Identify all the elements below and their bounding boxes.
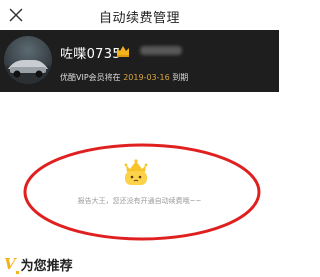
user-nickname: 咗喋0735 xyxy=(60,47,121,62)
expiry-date: 2019-03-16 xyxy=(123,73,170,82)
crown-mascot-icon xyxy=(119,155,153,189)
crown-icon xyxy=(115,43,131,59)
expiry-suffix: 到期 xyxy=(172,73,189,82)
empty-state-message: 报告大王，您还没有开通自动续费哦~~ xyxy=(77,197,202,205)
expiry-prefix: 优酷VIP会员将在 xyxy=(60,73,121,82)
v-dot xyxy=(15,271,19,274)
member-card: 咗喋0735 优酷VIP会员将在 2019-03-16 到期 xyxy=(0,30,279,92)
page-title: 自动续费管理 xyxy=(98,11,180,26)
vip-expiry-line: 优酷VIP会员将在 2019-03-16 到期 xyxy=(60,72,188,83)
nav-bar: 自动续费管理 xyxy=(0,0,279,30)
recommend-title: 为您推荐 xyxy=(20,259,73,274)
v-logo-mark: V xyxy=(4,255,16,273)
recommend-header: V 为您推荐 xyxy=(4,255,73,274)
blurred-text xyxy=(140,46,182,55)
avatar[interactable] xyxy=(4,36,52,84)
